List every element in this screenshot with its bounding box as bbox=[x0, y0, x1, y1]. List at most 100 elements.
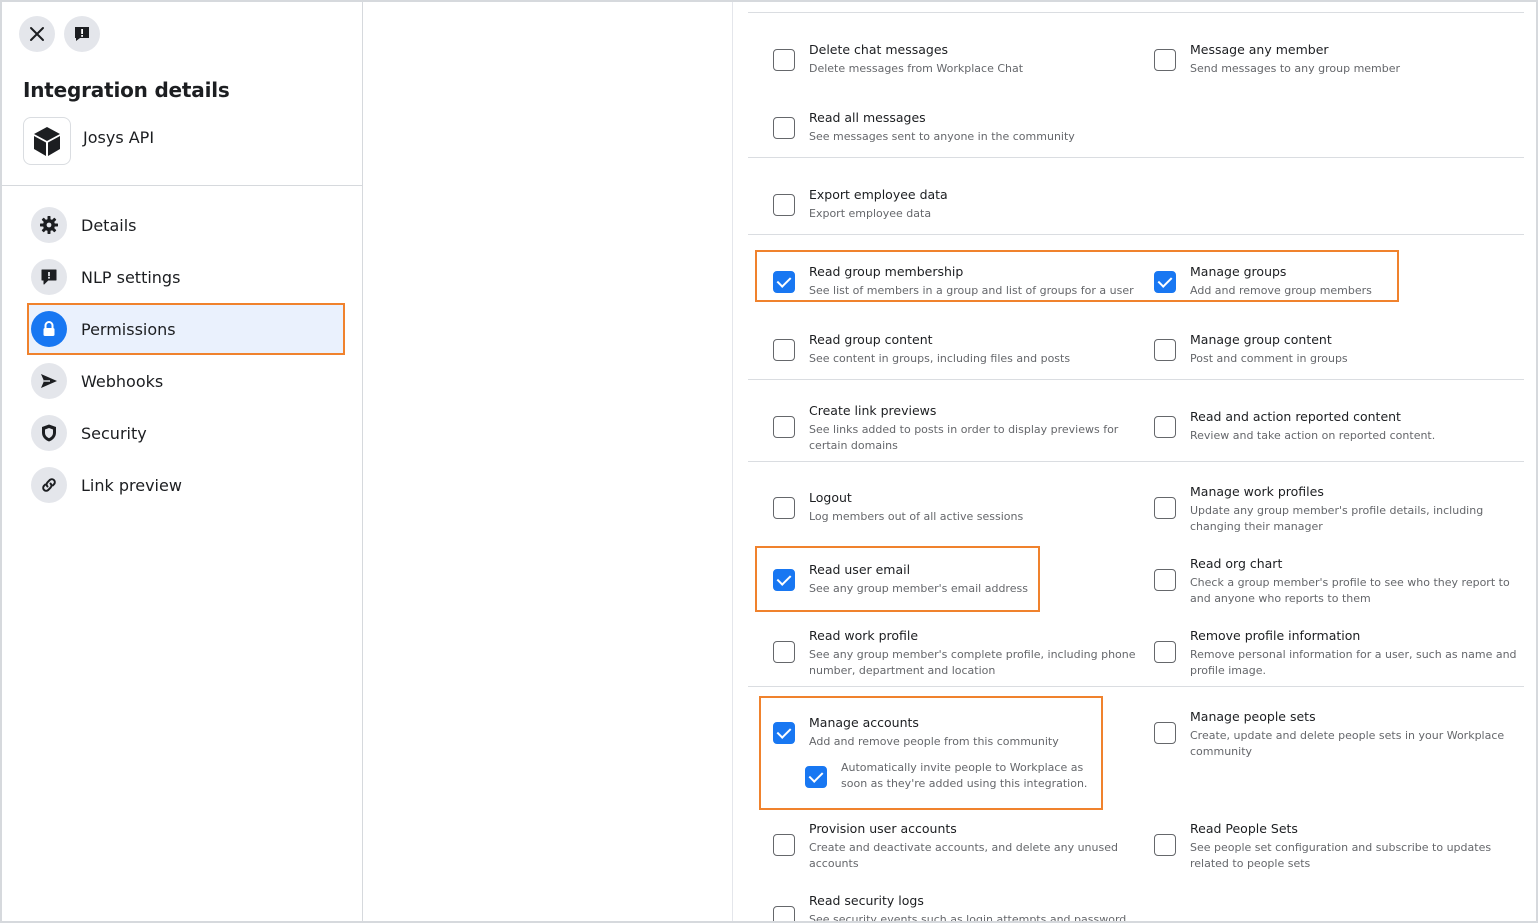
shield-icon bbox=[42, 424, 56, 442]
permission-checkbox[interactable] bbox=[1154, 569, 1176, 591]
sidebar-item-webhooks[interactable]: Webhooks bbox=[27, 355, 347, 407]
permissions-list: Delete chat messages Delete messages fro… bbox=[734, 2, 1536, 921]
permission-checkbox[interactable] bbox=[773, 271, 795, 293]
section-divider bbox=[748, 157, 1524, 158]
gear-icon bbox=[40, 216, 58, 234]
permission-description: See any group member's email address bbox=[809, 582, 1028, 595]
permission-title: Create link previews bbox=[809, 403, 937, 418]
permission-checkbox[interactable] bbox=[773, 117, 795, 139]
cube-icon bbox=[34, 127, 60, 156]
report-icon bbox=[75, 27, 89, 41]
sidebar-item-permissions[interactable]: Permissions bbox=[27, 303, 345, 355]
permission-checkbox[interactable] bbox=[1154, 416, 1176, 438]
permission-checkbox[interactable] bbox=[773, 722, 795, 744]
permission-checkbox[interactable] bbox=[1154, 497, 1176, 519]
sidebar-item-label: Security bbox=[81, 423, 147, 443]
permission-description: See messages sent to anyone in the commu… bbox=[809, 130, 1075, 143]
permission-checkbox[interactable] bbox=[1154, 722, 1176, 744]
sidebar-item-label: Permissions bbox=[81, 319, 176, 339]
highlight-box bbox=[759, 696, 1103, 810]
content-spacer bbox=[364, 2, 733, 921]
report-button[interactable] bbox=[64, 16, 100, 52]
sidebar-item-label: Webhooks bbox=[81, 371, 164, 391]
permission-description: Send messages to any group member bbox=[1190, 62, 1401, 75]
lock-icon bbox=[43, 321, 55, 336]
permission-title: Manage accounts bbox=[809, 715, 919, 730]
section-divider bbox=[748, 461, 1524, 462]
app-name: Josys API bbox=[83, 127, 155, 147]
section-divider bbox=[748, 379, 1524, 380]
close-button[interactable] bbox=[19, 16, 55, 52]
app-info: Josys API bbox=[23, 117, 154, 165]
permission-title: Read and action reported content bbox=[1190, 409, 1401, 424]
permission-title: Logout bbox=[809, 490, 852, 505]
permission-checkbox[interactable] bbox=[773, 641, 795, 663]
sidebar-item-nlp-settings[interactable]: NLP settings bbox=[27, 251, 347, 303]
permission-description: See people set configuration and subscri… bbox=[1190, 841, 1492, 870]
sidebar-item-label: NLP settings bbox=[81, 267, 181, 287]
permission-checkbox[interactable] bbox=[1154, 339, 1176, 361]
permission-description: Remove personal information for a user, … bbox=[1190, 648, 1517, 677]
permission-checkbox[interactable] bbox=[1154, 49, 1176, 71]
sidebar-item-label: Details bbox=[81, 215, 137, 235]
permission-description: Check a group member's profile to see wh… bbox=[1190, 576, 1510, 605]
permission-description: See any group member's complete profile,… bbox=[809, 648, 1136, 677]
permission-description: Export employee data bbox=[809, 207, 932, 220]
permission-checkbox[interactable] bbox=[773, 194, 795, 216]
permission-title: Read security logs bbox=[809, 893, 924, 908]
sub-option-description: Automatically invite people to Workplace… bbox=[841, 761, 1088, 790]
permission-checkbox[interactable] bbox=[1154, 641, 1176, 663]
section-divider bbox=[748, 12, 1524, 13]
sidebar-item-details[interactable]: Details bbox=[27, 199, 347, 251]
permission-checkbox[interactable] bbox=[773, 339, 795, 361]
permission-title: Message any member bbox=[1190, 42, 1329, 57]
permission-title: Delete chat messages bbox=[809, 42, 949, 57]
close-icon bbox=[30, 27, 44, 41]
sidebar-nav: Details NLP settings Permissions Webhook… bbox=[27, 199, 347, 511]
permission-description: Add and remove people from this communit… bbox=[809, 735, 1059, 748]
permission-title: Export employee data bbox=[809, 187, 948, 202]
permission-title: Read user email bbox=[809, 562, 911, 577]
permission-description: Update any group member's profile detail… bbox=[1190, 504, 1484, 533]
link-icon bbox=[42, 478, 56, 492]
app-logo bbox=[23, 117, 71, 165]
sidebar-item-label: Link preview bbox=[81, 475, 182, 495]
permission-title: Remove profile information bbox=[1190, 628, 1361, 643]
permission-checkbox[interactable] bbox=[773, 416, 795, 438]
section-divider bbox=[748, 234, 1524, 235]
app-window: Integration details Josys API Details NL… bbox=[0, 0, 1538, 923]
permission-description: Add and remove group members bbox=[1190, 284, 1372, 297]
permission-description: Log members out of all active sessions bbox=[809, 510, 1024, 523]
permission-description: Post and comment in groups bbox=[1190, 352, 1348, 365]
permission-title: Manage groups bbox=[1190, 264, 1287, 279]
permission-checkbox[interactable] bbox=[773, 834, 795, 856]
section-divider bbox=[748, 686, 1524, 687]
sidebar-divider bbox=[2, 185, 362, 186]
permission-description: Create, update and delete people sets in… bbox=[1190, 729, 1505, 758]
permission-checkbox[interactable] bbox=[773, 49, 795, 71]
permission-description: See content in groups, including files a… bbox=[809, 352, 1071, 365]
permission-checkbox[interactable] bbox=[773, 497, 795, 519]
send-icon bbox=[41, 374, 57, 388]
permission-description: See links added to posts in order to dis… bbox=[809, 423, 1119, 452]
permission-description: See list of members in a group and list … bbox=[809, 284, 1134, 297]
permission-checkbox[interactable] bbox=[773, 569, 795, 591]
permission-checkbox[interactable] bbox=[1154, 834, 1176, 856]
sidebar-item-link-preview[interactable]: Link preview bbox=[27, 459, 347, 511]
page-title: Integration details bbox=[23, 78, 230, 102]
permission-checkbox[interactable] bbox=[1154, 271, 1176, 293]
sidebar-item-security[interactable]: Security bbox=[27, 407, 347, 459]
permission-description: Delete messages from Workplace Chat bbox=[809, 62, 1024, 75]
permission-title: Read work profile bbox=[809, 628, 919, 643]
permission-title: Manage group content bbox=[1190, 332, 1332, 347]
highlight-box bbox=[755, 546, 1040, 612]
chat-bubble-icon bbox=[41, 269, 57, 285]
permission-title: Read org chart bbox=[1190, 556, 1283, 571]
permission-title: Manage work profiles bbox=[1190, 484, 1324, 499]
permission-description: Create and deactivate accounts, and dele… bbox=[809, 841, 1118, 870]
permission-title: Provision user accounts bbox=[809, 821, 957, 836]
permission-description: Review and take action on reported conte… bbox=[1190, 429, 1436, 442]
permission-checkbox[interactable] bbox=[773, 906, 795, 921]
permission-title: Read group membership bbox=[809, 264, 964, 279]
sub-option-checkbox[interactable] bbox=[805, 766, 827, 788]
